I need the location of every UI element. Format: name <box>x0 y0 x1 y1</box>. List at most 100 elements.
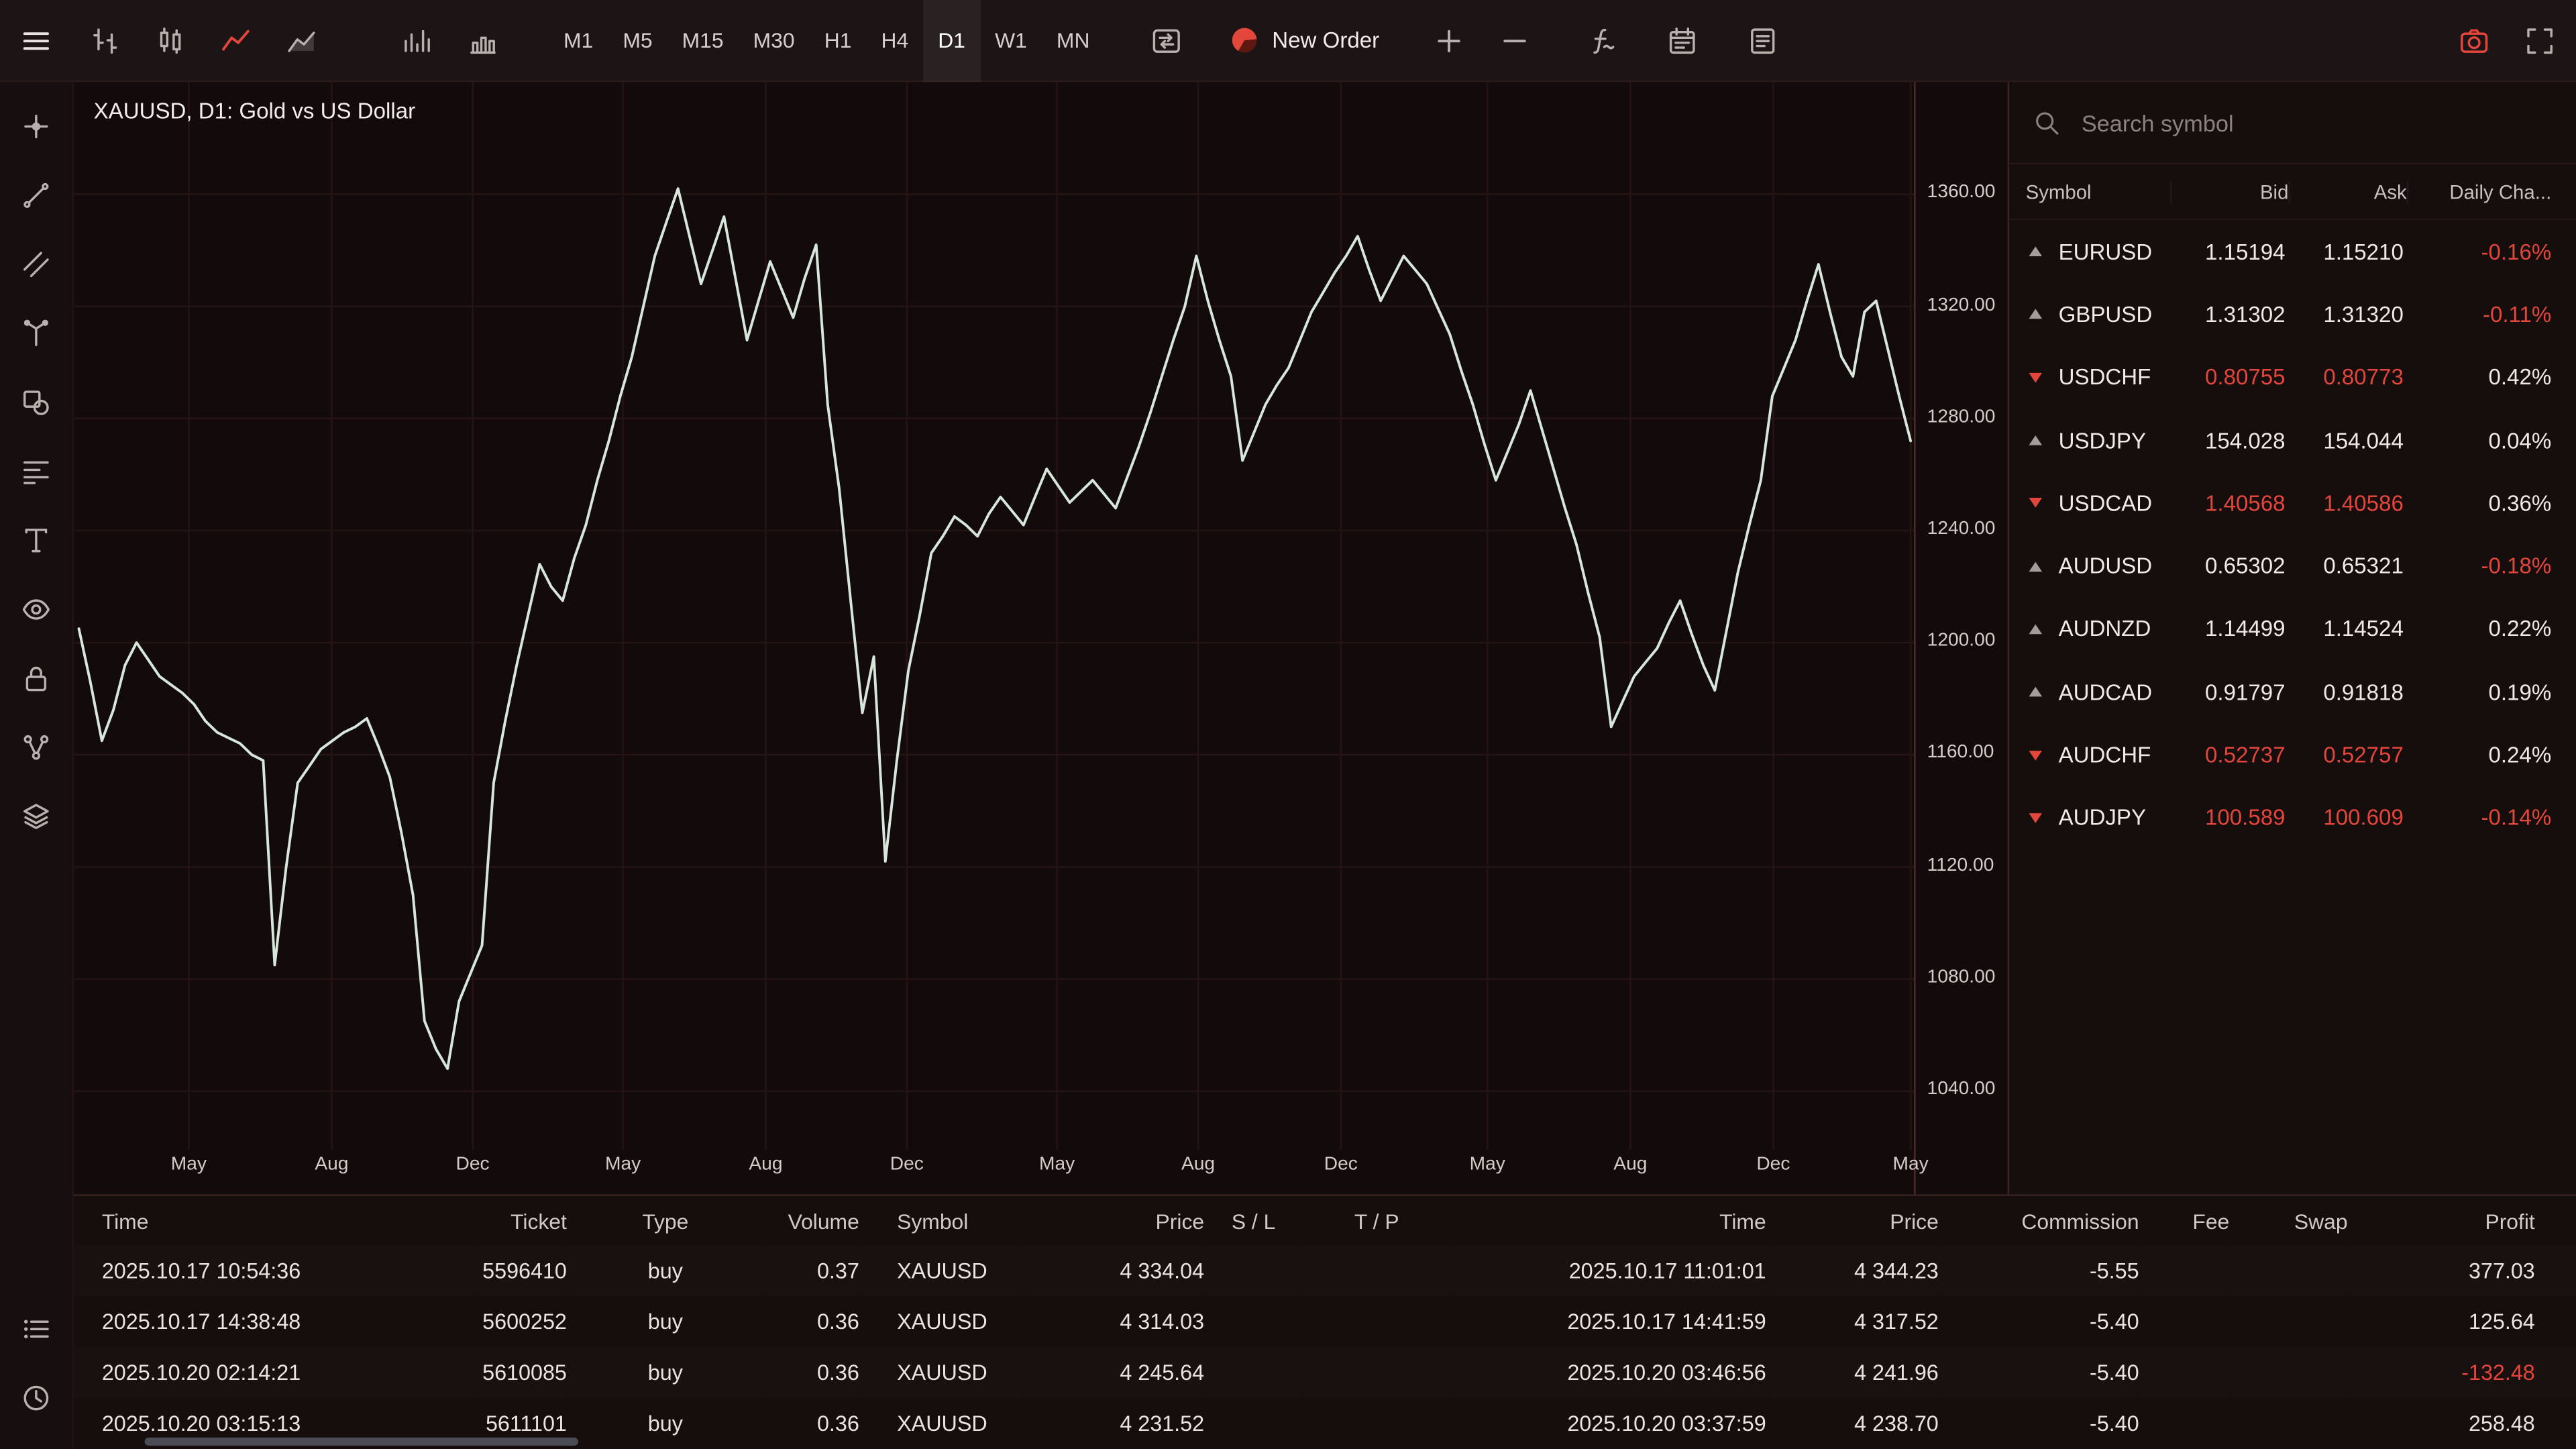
market-row-audchf[interactable]: AUDCHF0.527370.527570.24% <box>2009 723 2576 786</box>
fullscreen-button[interactable] <box>2507 0 2573 81</box>
daily-change-value: -0.11% <box>2404 302 2551 327</box>
trade-cell <box>2229 1296 2347 1347</box>
time-axis[interactable]: MayAugDecMayAugDecMayAugDecMayAugDecMay <box>74 1155 2007 1188</box>
daily-change-value: 0.04% <box>2404 428 2551 453</box>
channel-button[interactable] <box>0 230 73 299</box>
trades-column-header[interactable]: Time <box>74 1196 476 1245</box>
trade-cell: 0.36 <box>764 1398 859 1449</box>
timeframe-m15[interactable]: M15 <box>667 0 739 81</box>
line-chart-icon <box>220 24 253 57</box>
trade-list-button[interactable] <box>0 1295 73 1364</box>
trades-column-header[interactable]: Fee <box>2139 1196 2230 1245</box>
timeframe-m1[interactable]: M1 <box>549 0 608 81</box>
timeframe-h1[interactable]: H1 <box>810 0 867 81</box>
market-row-audcad[interactable]: AUDCAD0.917970.918180.19% <box>2009 661 2576 724</box>
bid-value: 100.589 <box>2167 806 2285 830</box>
volume-histogram-button[interactable] <box>450 0 516 81</box>
pitchfork-button[interactable] <box>0 299 73 368</box>
symbol-search[interactable] <box>2009 82 2576 164</box>
candlestick-chart-button[interactable] <box>138 0 204 81</box>
market-column-header[interactable]: Daily Cha... <box>2407 180 2552 203</box>
text-button[interactable] <box>0 506 73 575</box>
ask-value: 100.609 <box>2286 806 2404 830</box>
trendline-button[interactable] <box>0 161 73 230</box>
trade-cell: 125.64 <box>2348 1296 2576 1347</box>
new-order-button[interactable]: New Order <box>1220 0 1393 80</box>
market-row-usdjpy[interactable]: USDJPY154.028154.0440.04% <box>2009 409 2576 472</box>
menu-button[interactable] <box>0 0 72 81</box>
trade-row[interactable]: 2025.10.17 14:38:485600252buy0.36XAUUSD4… <box>74 1296 2576 1347</box>
objects-button[interactable] <box>0 713 73 782</box>
zoom-in-button[interactable] <box>1415 0 1481 81</box>
trades-column-header[interactable]: Price <box>1766 1196 1939 1245</box>
indicators-button[interactable] <box>1568 0 1634 81</box>
fibonacci-button[interactable] <box>0 437 73 506</box>
trades-column-header[interactable]: T / P <box>1303 1196 1450 1245</box>
trades-column-header[interactable]: Type <box>567 1196 764 1245</box>
trades-column-header[interactable]: Symbol <box>859 1196 1024 1245</box>
crosshair-button[interactable] <box>0 92 73 161</box>
area-chart-button[interactable] <box>270 0 335 81</box>
price-axis-label: 1080.00 <box>1927 967 1996 987</box>
screenshot-button[interactable] <box>2441 0 2507 81</box>
trades-column-header[interactable]: Commission <box>1939 1196 2139 1245</box>
bid-value: 1.40568 <box>2167 491 2285 516</box>
timeframe-w1[interactable]: W1 <box>980 0 1042 81</box>
trades-column-header[interactable]: Profit <box>2348 1196 2576 1245</box>
market-row-audnzd[interactable]: AUDNZD1.144991.145240.22% <box>2009 598 2576 661</box>
market-row-gbpusd[interactable]: GBPUSD1.313021.31320-0.11% <box>2009 283 2576 346</box>
lock-button[interactable] <box>0 644 73 713</box>
timeframe-d1[interactable]: D1 <box>923 0 980 81</box>
zoom-in-icon <box>1432 24 1464 57</box>
shapes-button[interactable] <box>0 368 73 437</box>
trade-row[interactable]: 2025.10.20 02:14:215610085buy0.36XAUUSD4… <box>74 1347 2576 1398</box>
price-chart[interactable] <box>74 82 1914 1186</box>
bid-value: 0.91797 <box>2167 680 2285 704</box>
trades-column-header[interactable]: Time <box>1450 1196 1766 1245</box>
trade-cell: -5.40 <box>1939 1398 2139 1449</box>
symbol-label: AUDCHF <box>2059 743 2167 767</box>
down-arrow-icon <box>2029 498 2051 508</box>
trades-column-header[interactable]: Volume <box>764 1196 859 1245</box>
layers-button[interactable] <box>0 782 73 851</box>
trades-body: 2025.10.17 10:54:365596410buy0.37XAUUSD4… <box>74 1245 2576 1449</box>
market-row-audusd[interactable]: AUDUSD0.653020.65321-0.18% <box>2009 535 2576 598</box>
trade-cell <box>1204 1347 1303 1398</box>
timeframe-mn[interactable]: MN <box>1042 0 1105 81</box>
market-row-eurusd[interactable]: EURUSD1.151941.15210-0.16% <box>2009 220 2576 283</box>
timeframe-h4[interactable]: H4 <box>866 0 923 81</box>
trades-column-header[interactable]: S / L <box>1204 1196 1303 1245</box>
market-row-usdcad[interactable]: USDCAD1.405681.405860.36% <box>2009 472 2576 535</box>
horizontal-scrollbar-thumb[interactable] <box>145 1438 579 1446</box>
trade-row[interactable]: 2025.10.17 10:54:365596410buy0.37XAUUSD4… <box>74 1245 2576 1296</box>
line-chart-button[interactable] <box>204 0 270 81</box>
zoom-out-button[interactable] <box>1481 0 1547 81</box>
market-watch-header[interactable]: SymbolBidAskDaily Cha... <box>2009 164 2576 220</box>
journal-button[interactable] <box>1729 0 1795 81</box>
chart-area[interactable]: XAUUSD, D1: Gold vs US Dollar 1040.00108… <box>74 82 2007 1194</box>
trading-terminal: M1M5M15M30H1H4D1W1MN New Order XAUUSD, D… <box>0 0 2576 1449</box>
trades-column-header[interactable]: Ticket <box>476 1196 567 1245</box>
timeframe-m5[interactable]: M5 <box>608 0 667 81</box>
calendar-button[interactable] <box>1649 0 1715 81</box>
market-row-usdchf[interactable]: USDCHF0.807550.807730.42% <box>2009 346 2576 409</box>
market-column-header[interactable]: Bid <box>2170 180 2288 203</box>
screenshot-icon <box>2458 24 2491 57</box>
bars-chart-button[interactable] <box>72 0 138 81</box>
market-column-header[interactable]: Symbol <box>2026 180 2171 203</box>
trade-cell: -5.40 <box>1939 1347 2139 1398</box>
market-row-audjpy[interactable]: AUDJPY100.589100.609-0.14% <box>2009 786 2576 849</box>
search-input[interactable] <box>2078 107 2553 137</box>
ask-value: 0.52757 <box>2286 743 2404 767</box>
trades-column-header[interactable]: Price <box>1024 1196 1204 1245</box>
history-button[interactable] <box>0 1364 73 1433</box>
one-click-trading-button[interactable] <box>1134 0 1200 81</box>
market-column-header[interactable]: Ask <box>2288 180 2406 203</box>
tick-volume-button[interactable] <box>384 0 450 81</box>
price-axis-label: 1280.00 <box>1927 407 1996 427</box>
price-axis[interactable]: 1040.001080.001120.001160.001200.001240.… <box>1914 82 2008 1194</box>
trades-column-header[interactable]: Swap <box>2229 1196 2347 1245</box>
menu-group <box>0 0 72 80</box>
eye-button[interactable] <box>0 575 73 644</box>
timeframe-m30[interactable]: M30 <box>739 0 810 81</box>
